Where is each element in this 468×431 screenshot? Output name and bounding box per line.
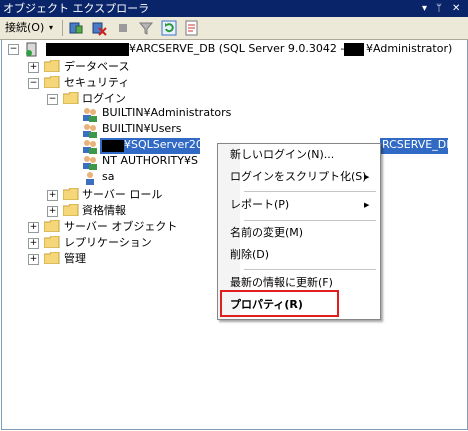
redacted-server-name <box>46 43 129 56</box>
connect-button[interactable]: 接続(O) <box>5 20 44 35</box>
toolbar-separator <box>62 20 63 36</box>
login-item[interactable]: BUILTIN¥Administrators <box>102 106 231 119</box>
refresh-icon[interactable] <box>161 20 177 36</box>
toolbar: 接続(O) ▾ <box>0 17 468 40</box>
expand-credentials-icon[interactable]: + <box>47 206 58 217</box>
tree-item-replication[interactable]: レプリケーション <box>64 234 152 250</box>
redacted-machine-name <box>102 140 124 152</box>
menu-item-delete[interactable]: 削除(D) <box>230 246 269 264</box>
tree-item-management[interactable]: 管理 <box>64 250 86 266</box>
group-login-icon <box>83 140 97 154</box>
folder-icon <box>44 60 60 72</box>
menu-separator <box>244 191 376 192</box>
close-icon[interactable]: ✕ <box>452 0 460 17</box>
context-menu: 新しいログイン(N)... ログインをスクリプト化(S) ▶ レポート(P) ▶… <box>217 143 381 320</box>
tree-item-credentials[interactable]: 資格情報 <box>82 202 126 218</box>
tree-item-databases[interactable]: データベース <box>64 58 129 74</box>
redacted-user-name <box>344 43 364 56</box>
tree-item-logins[interactable]: ログイン <box>82 90 126 106</box>
connect-object-explorer-icon[interactable] <box>68 20 84 36</box>
group-login-icon <box>83 156 97 170</box>
stop-icon[interactable] <box>115 20 131 36</box>
folder-icon <box>44 220 60 232</box>
login-item-selected-tail: RCSERVE_DB <box>382 138 454 151</box>
filter-icon[interactable] <box>138 20 154 36</box>
folder-icon <box>44 252 60 264</box>
server-icon <box>26 42 37 57</box>
login-item[interactable]: NT AUTHORITY¥S <box>102 154 198 167</box>
collapse-security-icon[interactable]: − <box>28 78 39 89</box>
group-login-icon <box>83 124 97 138</box>
auto-hide-pin-icon[interactable]: ᛘ <box>436 0 442 17</box>
expand-replication-icon[interactable]: + <box>28 238 39 249</box>
login-item[interactable]: BUILTIN¥Users <box>102 122 181 135</box>
collapse-logins-icon[interactable]: − <box>47 94 58 105</box>
server-node-user[interactable]: ¥Administrator) <box>366 42 452 55</box>
expand-server-objects-icon[interactable]: + <box>28 222 39 233</box>
expand-server-roles-icon[interactable]: + <box>47 190 58 201</box>
menu-item-new-login[interactable]: 新しいログイン(N)... <box>230 146 334 164</box>
panel-title: オブジェクト エクスプローラ <box>3 2 150 15</box>
summary-report-icon[interactable] <box>184 20 200 36</box>
folder-icon <box>63 204 79 216</box>
folder-icon <box>63 188 79 200</box>
panel-title-bar: オブジェクト エクスプローラ ▾ ᛘ ✕ <box>0 0 468 17</box>
menu-separator <box>244 269 376 270</box>
menu-item-script-login[interactable]: ログインをスクリプト化(S) <box>230 168 367 186</box>
login-item-selected[interactable]: ¥SQLServer20 <box>124 138 203 151</box>
server-node-label[interactable]: ¥ARCSERVE_DB (SQL Server 9.0.3042 - <box>129 42 344 55</box>
tree-item-server-roles[interactable]: サーバー ロール <box>82 186 162 202</box>
tree-item-security[interactable]: セキュリティ <box>64 74 129 90</box>
window-position-dropdown-icon[interactable]: ▾ <box>422 0 427 17</box>
submenu-arrow-icon: ▶ <box>364 201 370 209</box>
collapse-server-icon[interactable]: − <box>8 44 19 55</box>
menu-separator <box>244 220 376 221</box>
group-login-icon <box>83 108 97 122</box>
menu-item-reports[interactable]: レポート(P) <box>230 196 289 214</box>
expand-management-icon[interactable]: + <box>28 254 39 265</box>
menu-item-properties[interactable]: プロパティ(R) <box>230 296 303 314</box>
open-folder-icon <box>44 76 60 88</box>
open-folder-icon <box>63 92 79 104</box>
connect-dropdown-icon[interactable]: ▾ <box>49 20 53 35</box>
submenu-arrow-icon: ▶ <box>364 173 370 181</box>
login-item[interactable]: sa <box>102 170 114 183</box>
menu-item-rename[interactable]: 名前の変更(M) <box>230 224 303 242</box>
tree-item-server-objects[interactable]: サーバー オブジェクト <box>64 218 177 234</box>
expand-databases-icon[interactable]: + <box>28 62 39 73</box>
user-login-icon <box>86 172 94 185</box>
disconnect-icon[interactable] <box>91 20 107 36</box>
folder-icon <box>44 236 60 248</box>
